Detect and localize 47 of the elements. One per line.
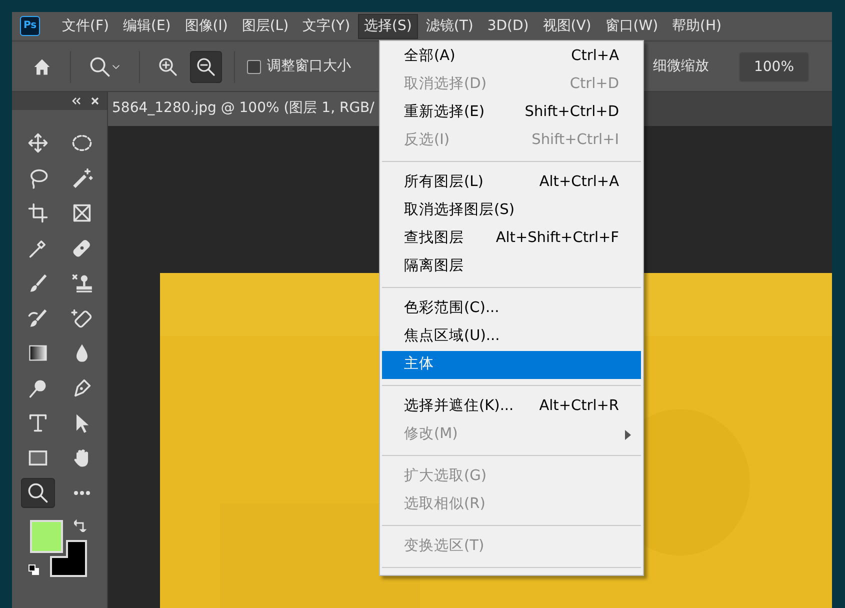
collapse-icon[interactable] bbox=[71, 97, 81, 105]
type-icon bbox=[26, 412, 48, 434]
menu-item[interactable]: 取消选择图层(S) bbox=[382, 197, 641, 225]
menu-item[interactable]: 文字(Y) bbox=[296, 14, 356, 38]
swap-colors-icon[interactable] bbox=[74, 518, 88, 532]
menu-item[interactable]: 文件(F) bbox=[56, 14, 115, 38]
menu-item[interactable]: 窗口(W) bbox=[599, 14, 664, 38]
menu-item[interactable]: 色彩范围(C)... bbox=[382, 295, 641, 323]
menu-item[interactable]: 重新选择(E) Shift+Ctrl+D bbox=[382, 99, 641, 127]
move-icon bbox=[26, 132, 48, 154]
menu-item[interactable]: 编辑(E) bbox=[116, 14, 177, 38]
checkbox-label: 细微缩放 bbox=[653, 57, 709, 76]
frame-icon bbox=[70, 202, 92, 224]
menu-item[interactable]: 帮助(H) bbox=[666, 14, 728, 38]
crop-icon bbox=[26, 202, 48, 224]
zoom-field[interactable]: 100% bbox=[739, 52, 809, 82]
menu-item[interactable]: 所有图层(L) Alt+Ctrl+A bbox=[382, 169, 641, 197]
menu-item[interactable]: 隔离图层 bbox=[382, 253, 641, 281]
menu-item[interactable]: 焦点区域(U)... bbox=[382, 323, 641, 351]
menu-item[interactable]: 选择(S) bbox=[358, 14, 418, 38]
zoom-out-icon bbox=[196, 56, 216, 76]
menu-item[interactable]: 选择并遮住(K)... Alt+Ctrl+R bbox=[382, 393, 641, 421]
magic-wand-icon bbox=[70, 167, 92, 189]
more-icon bbox=[72, 490, 92, 496]
menu-item[interactable]: 滤镜(T) bbox=[420, 14, 480, 38]
checkbox[interactable] bbox=[247, 60, 261, 74]
checkbox-label: 调整窗口大小 bbox=[267, 57, 351, 76]
zoom-in-icon bbox=[158, 56, 178, 76]
menu-item[interactable]: 3D(D) bbox=[481, 14, 535, 38]
menu-item[interactable]: 图层(L) bbox=[236, 14, 295, 38]
tool-button[interactable] bbox=[20, 478, 54, 508]
menu-item[interactable]: 图像(I) bbox=[178, 14, 234, 38]
zoom-icon bbox=[26, 482, 48, 504]
menu-item[interactable]: 全部(A) Ctrl+A bbox=[382, 43, 641, 71]
menu-item[interactable]: 视图(V) bbox=[536, 14, 598, 38]
marquee-icon bbox=[70, 132, 92, 154]
menu-item[interactable]: 主体 bbox=[382, 351, 641, 379]
stamp-icon bbox=[70, 272, 92, 294]
app-logo: Ps bbox=[20, 16, 40, 36]
zoom-icon bbox=[89, 56, 111, 78]
close-icon[interactable] bbox=[91, 97, 99, 105]
zoom-out-button[interactable] bbox=[190, 50, 222, 82]
foreground-color-swatch[interactable] bbox=[30, 520, 62, 553]
default-colors-icon[interactable] bbox=[28, 564, 40, 576]
history-brush-icon bbox=[26, 307, 48, 329]
menu-item[interactable]: 查找图层 Alt+Shift+Ctrl+F bbox=[382, 225, 641, 253]
eraser-icon bbox=[70, 307, 92, 329]
